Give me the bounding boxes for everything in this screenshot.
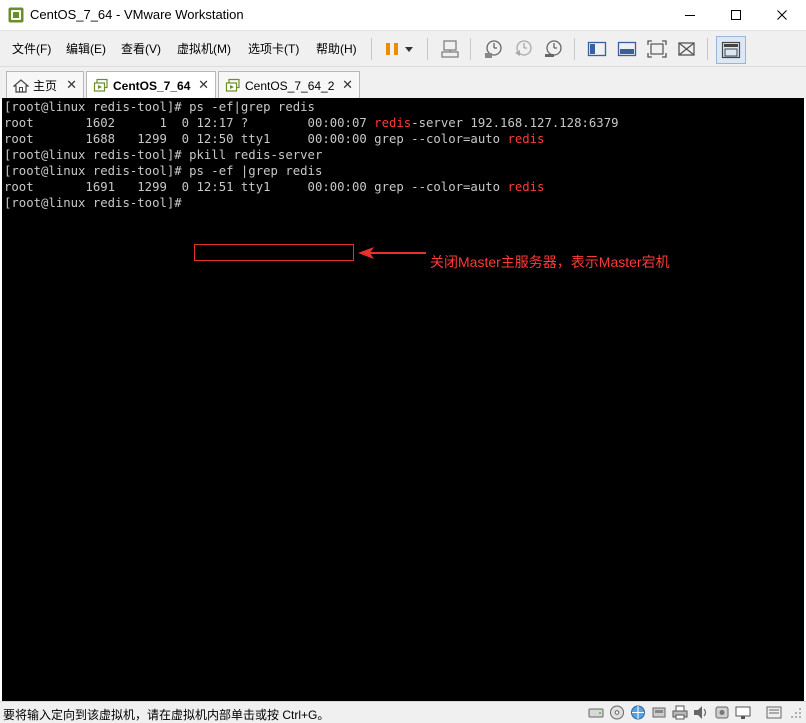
toolbar-separator — [707, 38, 708, 60]
power-dropdown-button[interactable] — [400, 37, 418, 61]
tab-bar: 主页 ✕ CentOS_7_64 ✕ CentOS_7_64_2 ✕ — [0, 66, 806, 100]
snapshot-revert-icon — [515, 40, 532, 56]
tab-centos-7-64[interactable]: CentOS_7_64 ✕ — [86, 71, 216, 100]
tab-centos-7-64-2-label: CentOS_7_64_2 — [245, 78, 335, 93]
terminal-line: [root@linux redis-tool]# ps -ef |grep re… — [4, 163, 322, 179]
title-bar: CentOS_7_64 - VMware Workstation — [0, 0, 806, 30]
snapshot-take-icon — [485, 40, 502, 58]
menu-help[interactable]: 帮助(H) — [316, 40, 357, 57]
vmware-app-icon — [8, 7, 24, 23]
terminal-text: [root@linux redis-tool]# pkill redis-ser… — [4, 148, 323, 162]
resize-grip-icon[interactable] — [788, 705, 804, 720]
hard-disk-icon[interactable] — [588, 705, 604, 720]
window-title: CentOS_7_64 - VMware Workstation — [30, 7, 244, 22]
maximize-button[interactable] — [713, 0, 759, 30]
send-ctrl-alt-del-icon — [441, 40, 459, 58]
vm-console[interactable]: [root@linux redis-tool]# ps -ef|grep red… — [2, 98, 804, 701]
toolbar-separator — [470, 38, 471, 60]
snapshot-manager-icon — [545, 40, 562, 57]
printer-icon[interactable] — [672, 705, 688, 720]
library-view-icon — [617, 41, 637, 57]
terminal-text: [root@linux redis-tool]# ps -ef|grep red… — [4, 100, 315, 114]
tab-home-label: 主页 — [33, 79, 58, 93]
terminal-line: root 1691 1299 0 12:51 tty1 00:00:00 gre… — [4, 179, 544, 195]
terminal-highlight-text: redis — [507, 132, 545, 146]
menu-view[interactable]: 查看(V) — [121, 40, 161, 57]
command-highlight-box — [194, 244, 354, 261]
terminal-line: [root@linux redis-tool]# ps -ef|grep red… — [4, 99, 315, 115]
console-view-icon — [587, 41, 607, 57]
toolbar-separator — [427, 38, 428, 60]
terminal-text: root 1688 1299 0 12:50 tty1 00:00:00 gre… — [4, 132, 508, 146]
console-view-button[interactable] — [585, 37, 609, 61]
sound-icon[interactable] — [693, 705, 709, 720]
close-icon — [777, 10, 787, 20]
minimize-button[interactable] — [667, 0, 713, 30]
vm-icon — [93, 78, 108, 92]
send-ctrl-alt-del-button[interactable] — [438, 37, 462, 61]
dropdown-arrow-icon — [405, 47, 413, 52]
snapshot-manager-button[interactable] — [541, 37, 565, 61]
close-button[interactable] — [759, 0, 805, 30]
message-icon[interactable] — [766, 705, 782, 720]
display-icon[interactable] — [735, 705, 751, 720]
tab-centos-7-64-label: CentOS_7_64 — [113, 79, 191, 93]
maximize-icon — [731, 10, 741, 20]
thumbnail-view-icon — [721, 41, 741, 59]
terminal-text: root 1602 1 0 12:17 ? 00:00:07 — [4, 116, 375, 130]
terminal-text: [root@linux redis-tool]# — [4, 196, 182, 210]
terminal-highlight-text: redis — [374, 116, 412, 130]
terminal-line: [root@linux redis-tool]# — [4, 195, 182, 211]
tab-home[interactable]: 主页 ✕ — [6, 71, 84, 99]
take-snapshot-button[interactable] — [481, 37, 505, 61]
tab-home-close-icon[interactable]: ✕ — [66, 77, 77, 93]
annotation-text: 关闭Master主服务器，表示Master宕机 — [430, 254, 670, 270]
vmware-window: CentOS_7_64 - VMware Workstation 文件(F) 编… — [0, 0, 806, 723]
pause-icon — [386, 43, 398, 55]
cd-dvd-icon[interactable] — [609, 705, 625, 720]
toolbar-separator — [371, 38, 372, 60]
status-bar: 要将输入定向到该虚拟机，请在虚拟机内部单击或按 Ctrl+G。 — [0, 701, 806, 723]
toolbar-separator — [574, 38, 575, 60]
menu-edit[interactable]: 编辑(E) — [66, 40, 106, 57]
terminal-highlight-text: redis — [507, 180, 545, 194]
terminal-line: root 1688 1299 0 12:50 tty1 00:00:00 gre… — [4, 131, 544, 147]
status-message: 要将输入定向到该虚拟机，请在虚拟机内部单击或按 Ctrl+G。 — [3, 708, 330, 722]
usb-device-icon[interactable] — [714, 705, 730, 720]
library-view-button[interactable] — [615, 37, 639, 61]
minimize-icon — [685, 15, 695, 16]
terminal-text: [root@linux redis-tool]# ps -ef |grep re… — [4, 164, 323, 178]
thumbnail-view-button[interactable] — [716, 36, 746, 64]
unity-icon — [678, 42, 695, 56]
annotation-arrow-icon — [358, 247, 426, 259]
tab-centos-7-64-close-icon[interactable]: ✕ — [198, 77, 209, 93]
fullscreen-button[interactable] — [645, 37, 669, 61]
revert-snapshot-button[interactable] — [511, 37, 535, 61]
terminal-text: root 1691 1299 0 12:51 tty1 00:00:00 gre… — [4, 180, 508, 194]
network-icon[interactable] — [630, 705, 646, 720]
terminal-line: root 1602 1 0 12:17 ? 00:00:07 redis-ser… — [4, 115, 619, 131]
home-icon — [13, 78, 29, 93]
menu-toolbar: 文件(F) 编辑(E) 查看(V) 虚拟机(M) 选项卡(T) 帮助(H) — [0, 30, 806, 67]
menu-tabs[interactable]: 选项卡(T) — [248, 40, 299, 57]
terminal-text: -server 192.168.127.128:6379 — [411, 116, 619, 130]
tab-centos-7-64-2-close-icon[interactable]: ✕ — [342, 77, 353, 93]
menu-vm[interactable]: 虚拟机(M) — [177, 40, 231, 57]
terminal-line: [root@linux redis-tool]# pkill redis-ser… — [4, 147, 322, 163]
usb-icon[interactable] — [651, 705, 667, 720]
menu-file[interactable]: 文件(F) — [12, 40, 51, 57]
unity-button[interactable] — [675, 37, 699, 61]
vm-icon — [225, 78, 240, 92]
tab-centos-7-64-2[interactable]: CentOS_7_64_2 ✕ — [218, 71, 360, 99]
fullscreen-icon — [647, 40, 667, 58]
